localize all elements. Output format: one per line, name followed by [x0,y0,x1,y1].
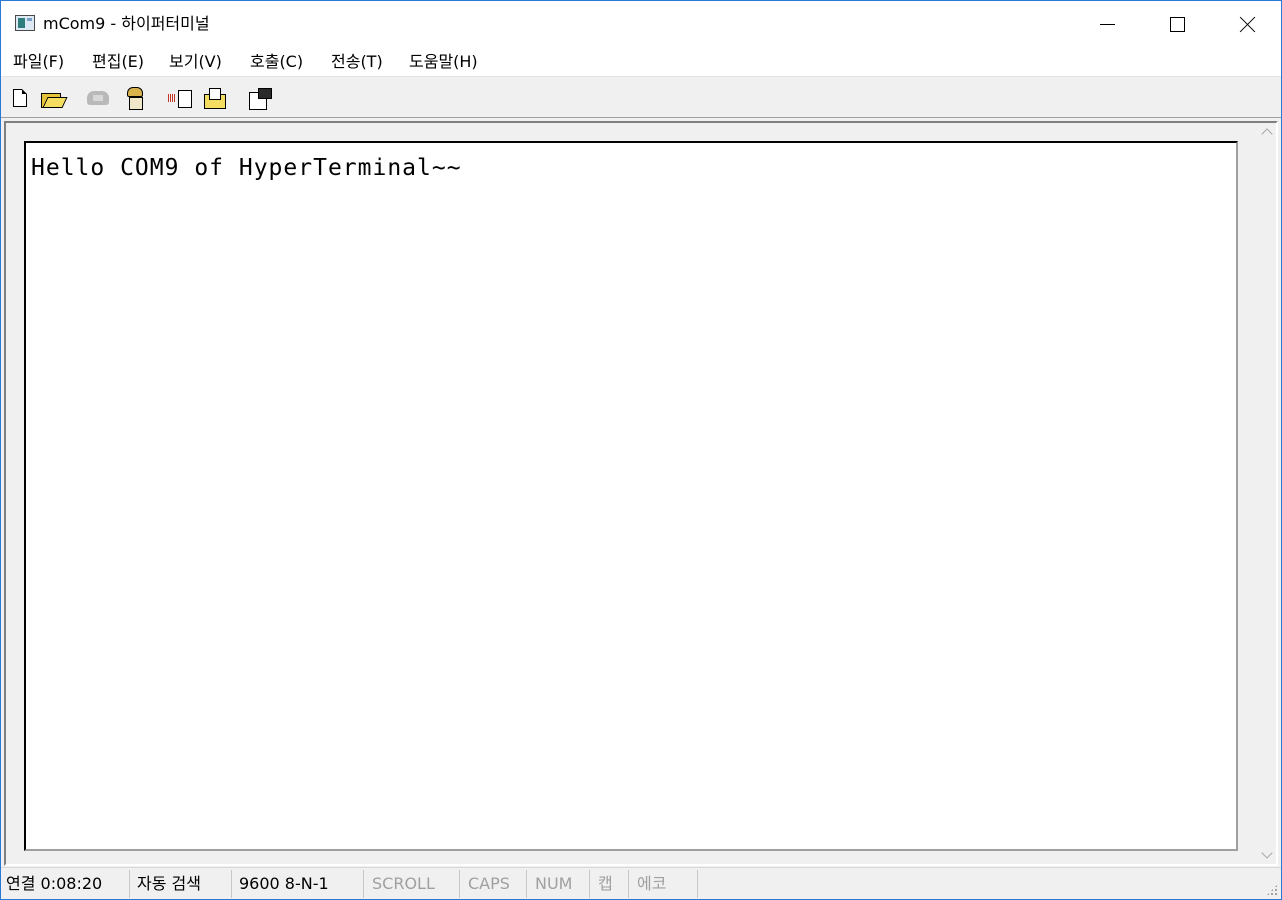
vertical-scrollbar[interactable] [1257,123,1276,864]
resize-grip-icon[interactable] [1266,884,1278,896]
window-title: mCom9 - 하이퍼터미널 [43,14,210,33]
chevron-up-icon [1260,128,1273,140]
terminal-pane: Hello COM9 of HyperTerminal~~ [4,121,1278,866]
minimize-button[interactable] [1072,1,1142,47]
open-icon [41,91,63,108]
status-echo: 에코 [632,870,698,898]
status-settings: 9600 8-N-1 [234,870,364,898]
status-detect: 자동 검색 [132,870,232,898]
status-scroll: SCROLL [367,870,460,898]
receive-button[interactable] [201,85,227,111]
close-icon [1239,16,1256,33]
properties-button[interactable] [247,85,273,111]
new-button[interactable] [7,85,33,111]
maximize-icon [1169,16,1185,32]
menu-help[interactable]: 도움말(H) [407,51,480,73]
status-bar: 연결 0:08:20 자동 검색 9600 8-N-1 SCROLL CAPS … [1,867,1281,899]
new-icon [13,89,27,107]
properties-icon [248,87,272,110]
hyperterminal-window: mCom9 - 하이퍼터미널 파일(F) 편집(E) 보기(V) 호출(C) 전… [0,0,1282,900]
menu-edit[interactable]: 편집(E) [90,51,146,73]
menu-transfer[interactable]: 전송(T) [329,51,385,73]
close-button[interactable] [1212,1,1282,47]
call-button[interactable] [85,85,111,111]
terminal-screen[interactable]: Hello COM9 of HyperTerminal~~ [24,141,1238,851]
status-num: NUM [530,870,590,898]
disconnect-button[interactable] [121,85,147,111]
call-icon [87,91,109,105]
send-icon [168,89,192,108]
maximize-button[interactable] [1142,1,1212,47]
menu-bar: 파일(F) 편집(E) 보기(V) 호출(C) 전송(T) 도움말(H) [1,47,1281,77]
status-connection: 연결 0:08:20 [1,870,130,898]
chevron-down-icon [1260,847,1273,859]
minimize-icon [1099,23,1115,25]
title-bar[interactable]: mCom9 - 하이퍼터미널 [1,1,1281,47]
toolbar [1,78,1281,118]
menu-call[interactable]: 호출(C) [248,51,305,73]
receive-icon [203,88,226,109]
scroll-down-button[interactable] [1257,846,1276,864]
menu-file[interactable]: 파일(F) [11,51,66,73]
scroll-up-button[interactable] [1257,123,1276,141]
send-button[interactable] [167,85,193,111]
disconnect-icon [125,87,143,110]
app-icon[interactable] [15,15,35,31]
menu-view[interactable]: 보기(V) [167,51,224,73]
terminal-output: Hello COM9 of HyperTerminal~~ [31,155,462,181]
status-capture: 캡 [593,870,629,898]
status-caps: CAPS [463,870,527,898]
open-button[interactable] [39,85,65,111]
